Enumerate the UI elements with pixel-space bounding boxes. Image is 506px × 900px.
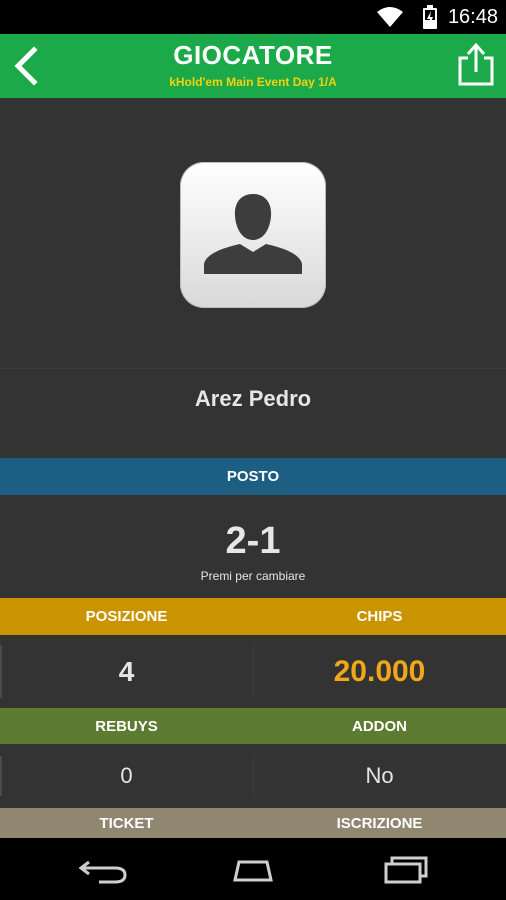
page-title: GIOCATORE <box>173 40 333 70</box>
system-nav-bar <box>0 838 506 900</box>
rebuys-addon-header-band: REBUYS ADDON <box>0 708 506 744</box>
event-subtitle: kHold'em Main Event Day 1/A <box>169 75 337 89</box>
rebuys-addon-values: 0 No <box>0 744 506 808</box>
player-detail-panel: Arez Pedro POSTO 2-1 Premi per cambiare … <box>0 98 506 838</box>
ticket-iscrizione-header-band: TICKET ISCRIZIONE <box>0 808 506 838</box>
rebuys-label: REBUYS <box>95 717 158 735</box>
chips-value: 20.000 <box>333 654 426 688</box>
position-value: 4 <box>118 655 135 687</box>
home-nav-icon[interactable] <box>225 854 281 886</box>
app-header: GIOCATORE kHold'em Main Event Day 1/A <box>0 34 506 98</box>
iscrizione-label: ISCRIZIONE <box>336 814 423 832</box>
wifi-icon <box>376 6 404 33</box>
avatar[interactable] <box>180 162 326 308</box>
seat-change-hint: Premi per cambiare <box>200 569 306 583</box>
status-time: 16:48 <box>447 6 498 28</box>
recent-apps-icon[interactable] <box>378 854 434 886</box>
ticket-label: TICKET <box>99 814 154 832</box>
position-chips-header-band: POSIZIONE CHIPS <box>0 598 506 635</box>
share-icon[interactable] <box>456 42 496 88</box>
rebuys-value: 0 <box>120 763 133 788</box>
addon-value: No <box>365 763 394 788</box>
seat-label: POSTO <box>226 468 280 485</box>
chips-label: CHIPS <box>356 608 403 625</box>
seat-value[interactable]: 2-1 <box>0 520 506 563</box>
addon-label: ADDON <box>352 717 407 735</box>
position-label: POSIZIONE <box>85 608 168 625</box>
back-nav-icon[interactable] <box>75 854 131 886</box>
seat-header-band: POSTO <box>0 458 506 495</box>
divider <box>0 368 506 369</box>
battery-charging-icon <box>423 5 437 34</box>
position-chips-values: 4 20.000 <box>0 635 506 708</box>
player-name: Arez Pedro <box>194 386 312 411</box>
status-bar: 16:48 <box>0 0 506 34</box>
